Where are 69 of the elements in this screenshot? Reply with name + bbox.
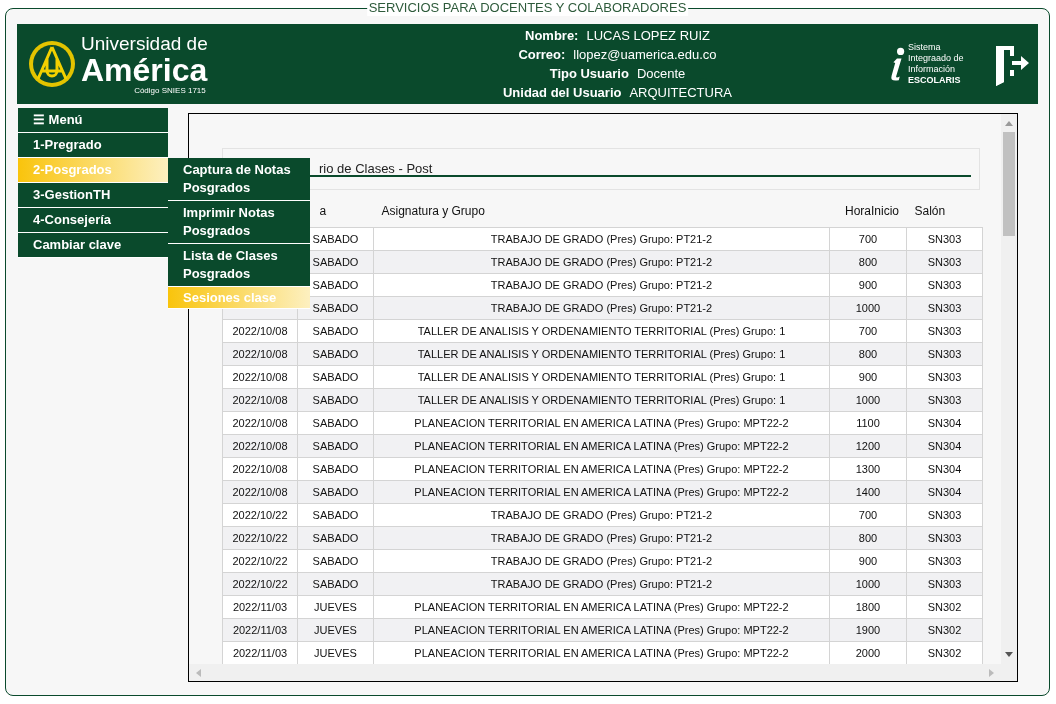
table-cell: 2022/10/08 bbox=[222, 480, 298, 504]
logo-caption: Código SNIES 1715 bbox=[134, 85, 206, 95]
table-cell: 2022/10/22 bbox=[222, 549, 298, 573]
logo-text: América bbox=[81, 53, 208, 86]
scroll-down-icon[interactable] bbox=[1005, 652, 1013, 658]
table-cell: 2022/11/03 bbox=[222, 641, 298, 664]
table-cell: PLANEACION TERRITORIAL EN AMERICA LATINA (Pres) Grupo: MPT22-2 bbox=[373, 641, 830, 664]
menu-item[interactable]: 3-GestionTH bbox=[18, 183, 168, 208]
system-name-text: Información bbox=[908, 64, 957, 75]
table-cell: 2022/10/22 bbox=[222, 503, 298, 527]
horizontal-scrollbar[interactable] bbox=[189, 664, 1017, 681]
frame-title: SERVICIOS PARA DOCENTES Y COLABORADORES bbox=[366, 0, 689, 16]
user-field-label: Tipo Usuario bbox=[549, 65, 629, 83]
table-cell: TRABAJO DE GRADO (Pres) Grupo: PT21-2 bbox=[373, 227, 830, 251]
table-cell: TALLER DE ANALISIS Y ORDENAMIENTO TERRITORIAL (Pres) Grupo: 1 bbox=[373, 365, 830, 389]
user-field-label: Correo: bbox=[518, 46, 566, 64]
table-cell: 2022/10/08 bbox=[222, 388, 298, 412]
table-cell: TRABAJO DE GRADO (Pres) Grupo: PT21-2 bbox=[373, 572, 830, 596]
table-cell: TRABAJO DE GRADO (Pres) Grupo: PT21-2 bbox=[373, 296, 830, 320]
user-field-value: Docente bbox=[636, 65, 686, 83]
table-cell: 2022/11/03 bbox=[222, 618, 298, 642]
table-cell: PLANEACION TERRITORIAL EN AMERICA LATINA (Pres) Grupo: MPT22-2 bbox=[373, 618, 830, 642]
user-field-value: llopez@uamerica.edu.co bbox=[573, 46, 717, 64]
submenu-item[interactable]: Lista de Clases Posgrados bbox=[168, 244, 310, 287]
submenu-item[interactable]: Imprimir Notas Posgrados bbox=[168, 201, 310, 244]
table-cell: PLANEACION TERRITORIAL EN AMERICA LATINA (Pres) Grupo: MPT22-2 bbox=[373, 595, 830, 619]
table-cell: 2022/10/08 bbox=[222, 365, 298, 389]
table-cell: 2022/10/08 bbox=[222, 319, 298, 343]
table-cell: PLANEACION TERRITORIAL EN AMERICA LATINA (Pres) Grupo: MPT22-2 bbox=[373, 434, 830, 458]
vertical-scrollbar[interactable] bbox=[1001, 114, 1017, 664]
table-cell: 2022/10/22 bbox=[222, 572, 298, 596]
menu-item[interactable]: 4-Consejería bbox=[18, 208, 168, 233]
scroll-up-icon[interactable] bbox=[1005, 120, 1013, 126]
table-cell: 2022/11/03 bbox=[222, 595, 298, 619]
table-cell: TALLER DE ANALISIS Y ORDENAMIENTO TERRITORIAL (Pres) Grupo: 1 bbox=[373, 388, 830, 412]
table-cell: TRABAJO DE GRADO (Pres) Grupo: PT21-2 bbox=[373, 526, 830, 550]
table-cell: 700 bbox=[829, 227, 907, 251]
menu-item[interactable]: Cambiar clave bbox=[18, 233, 168, 258]
table-cell: PLANEACION TERRITORIAL EN AMERICA LATINA (Pres) Grupo: MPT22-2 bbox=[373, 480, 830, 504]
system-name-text: ESCOLARIS bbox=[908, 75, 962, 86]
table-cell: TRABAJO DE GRADO (Pres) Grupo: PT21-2 bbox=[373, 549, 830, 573]
table-cell: 2022/10/22 bbox=[222, 526, 298, 550]
table-cell: TALLER DE ANALISIS Y ORDENAMIENTO TERRITORIAL (Pres) Grupo: 1 bbox=[373, 342, 830, 366]
logo-text: Universidad de bbox=[81, 33, 208, 54]
menu-item[interactable]: 1-Pregrado bbox=[18, 133, 168, 158]
user-field-label: Nombre: bbox=[525, 27, 579, 45]
menu-button[interactable]: ☰ Menú bbox=[18, 108, 168, 133]
table-cell: TRABAJO DE GRADO (Pres) Grupo: PT21-2 bbox=[373, 273, 830, 297]
scroll-left-icon[interactable] bbox=[195, 668, 201, 677]
panel-title: rio de Clases - Post bbox=[319, 161, 433, 176]
system-name-text: Sistema bbox=[908, 42, 942, 53]
submenu-item[interactable]: Captura de Notas Posgrados bbox=[168, 158, 310, 201]
table-cell: SN303 bbox=[906, 227, 983, 251]
system-name-text: Integraado de bbox=[908, 53, 965, 64]
scrollbar-thumb[interactable] bbox=[1003, 132, 1015, 236]
user-field-value: ARQUITECTURA bbox=[629, 84, 732, 102]
table-cell: PLANEACION TERRITORIAL EN AMERICA LATINA (Pres) Grupo: MPT22-2 bbox=[373, 457, 830, 481]
table-cell: 2022/10/08 bbox=[222, 434, 298, 458]
table-cell: 2022/10/08 bbox=[222, 342, 298, 366]
table-cell: 2022/10/08 bbox=[222, 457, 298, 481]
table-cell: 2022/10/08 bbox=[222, 411, 298, 435]
table-cell: TRABAJO DE GRADO (Pres) Grupo: PT21-2 bbox=[373, 503, 830, 527]
scroll-right-icon[interactable] bbox=[989, 668, 995, 677]
table-cell: TRABAJO DE GRADO (Pres) Grupo: PT21-2 bbox=[373, 250, 830, 274]
table-cell: TALLER DE ANALISIS Y ORDENAMIENTO TERRITORIAL (Pres) Grupo: 1 bbox=[373, 319, 830, 343]
user-field-value: LUCAS LOPEZ RUIZ bbox=[586, 27, 710, 45]
university-emblem-icon bbox=[27, 39, 77, 89]
user-field-label: Unidad del Usuario bbox=[503, 84, 622, 102]
table-cell: PLANEACION TERRITORIAL EN AMERICA LATINA (Pres) Grupo: MPT22-2 bbox=[373, 411, 830, 435]
